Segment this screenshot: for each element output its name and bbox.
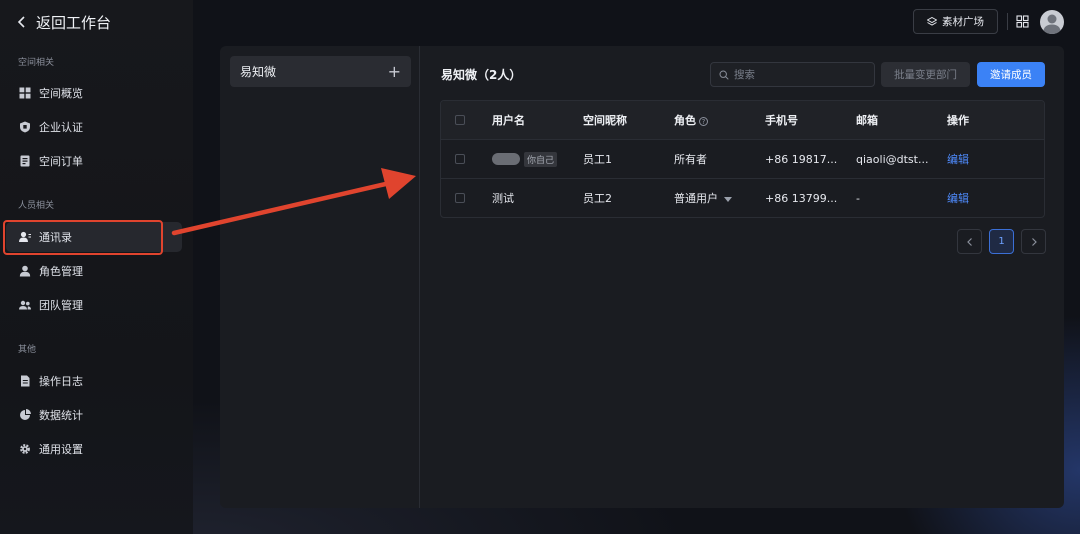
next-page-button[interactable]: [1021, 229, 1046, 254]
chevron-left-icon: [966, 237, 972, 246]
avatar-person-icon: [1043, 14, 1061, 34]
column-header-nickname: 空间昵称: [583, 114, 627, 127]
department-label: 易知微: [240, 65, 277, 79]
pagination: 1: [957, 229, 1046, 254]
row-checkbox-cell: [441, 193, 479, 203]
search-icon: [719, 69, 729, 80]
sidebar-item-general-settings[interactable]: 通用设置: [6, 434, 182, 464]
phone-cell: +86 19817...: [765, 152, 838, 166]
grid-icon: [19, 87, 31, 99]
group-title-other: 其他: [18, 345, 37, 355]
role-select[interactable]: 普通用户: [661, 190, 752, 206]
sidebar-item-label: 企业认证: [39, 121, 83, 134]
table-header-row: 用户名 空间昵称 角色? 手机号 邮箱 操作: [441, 101, 1044, 139]
column-header-role-label: 角色: [674, 114, 696, 127]
table-row: 测试 员工2 普通用户 +86 13799... - 编辑: [441, 178, 1044, 217]
header-divider: [1007, 13, 1008, 30]
add-department-icon[interactable]: +: [388, 62, 401, 81]
shield-icon: [20, 121, 30, 133]
department-tree: 易知微 +: [220, 46, 420, 508]
username-cell: 测试: [492, 192, 514, 205]
table-row: 你自己 员工1 所有者 +86 19817... qiaoli@dtst... …: [441, 139, 1044, 178]
sidebar: 返回工作台 空间相关 空间概览 企业认证 空间订单 人员相关 通讯录 角色管理 …: [0, 0, 193, 534]
self-tag: 你自己: [524, 151, 558, 167]
department-item[interactable]: 易知微 +: [230, 56, 411, 87]
team-title: 易知微（2人）: [441, 68, 522, 82]
user-icon: [19, 265, 31, 277]
page-button-current[interactable]: 1: [989, 229, 1014, 254]
invite-member-button[interactable]: 邀请成员: [977, 62, 1045, 87]
sidebar-item-label: 操作日志: [39, 375, 83, 388]
gear-icon: [20, 444, 30, 454]
select-all-checkbox[interactable]: [455, 115, 465, 125]
chevron-right-icon: [1031, 237, 1037, 246]
sidebar-item-operation-log[interactable]: 操作日志: [6, 366, 182, 396]
sidebar-item-label: 空间订单: [39, 155, 83, 168]
edit-link[interactable]: 编辑: [947, 153, 969, 166]
prev-page-button[interactable]: [957, 229, 982, 254]
group-title-people: 人员相关: [18, 201, 55, 211]
pie-chart-icon: [20, 409, 31, 420]
column-header-username: 用户名: [492, 114, 525, 127]
sidebar-item-role-management[interactable]: 角色管理: [6, 256, 182, 286]
column-header-action: 操作: [947, 114, 969, 127]
email-cell: qiaoli@dtst...: [856, 152, 929, 166]
group-title-space: 空间相关: [18, 58, 55, 68]
email-cell: -: [856, 191, 860, 205]
action-cell: 编辑: [934, 190, 1034, 206]
batch-change-department-button[interactable]: 批量变更部门: [881, 62, 970, 87]
redacted-username: [492, 153, 520, 165]
document-icon: [21, 375, 30, 387]
highlight-annotation-box: [3, 220, 163, 255]
sidebar-item-space-orders[interactable]: 空间订单: [6, 146, 182, 176]
role-select-value: 普通用户: [674, 192, 718, 205]
back-label: 返回工作台: [36, 13, 112, 32]
sidebar-item-label: 空间概览: [39, 87, 83, 100]
sidebar-item-team-management[interactable]: 团队管理: [6, 290, 182, 320]
row-checkbox[interactable]: [455, 193, 465, 203]
action-cell: 编辑: [934, 151, 1034, 167]
layers-icon: [927, 16, 937, 26]
apps-grid-icon[interactable]: [1016, 15, 1029, 28]
row-checkbox-cell: [441, 154, 479, 164]
sidebar-item-label: 通用设置: [39, 443, 83, 456]
nickname-cell: 员工1: [583, 153, 612, 166]
column-header-phone: 手机号: [765, 114, 798, 127]
row-checkbox[interactable]: [455, 154, 465, 164]
phone-cell: +86 13799...: [765, 191, 838, 205]
column-header-role: 角色?: [661, 112, 752, 128]
role-cell: 所有者: [674, 153, 707, 166]
sidebar-item-enterprise-cert[interactable]: 企业认证: [6, 112, 182, 142]
back-to-workbench-button[interactable]: 返回工作台: [16, 10, 111, 34]
team-icon: [19, 300, 31, 310]
sidebar-item-label: 数据统计: [39, 409, 83, 422]
header-checkbox-cell: [441, 115, 479, 125]
username-cell: 你自己: [479, 151, 570, 167]
main-panel: 易知微 + 易知微（2人） 批量变更部门 邀请成员 用户名 空间昵称 角色? 手…: [220, 46, 1064, 508]
receipt-icon: [20, 155, 30, 167]
help-icon[interactable]: ?: [699, 116, 708, 126]
sidebar-item-data-stats[interactable]: 数据统计: [6, 400, 182, 430]
sidebar-item-label: 角色管理: [39, 265, 83, 278]
search-box[interactable]: [710, 62, 875, 87]
sidebar-item-label: 团队管理: [39, 299, 83, 312]
edit-link[interactable]: 编辑: [947, 192, 969, 205]
material-square-button[interactable]: 素材广场: [913, 9, 998, 34]
caret-down-icon: [724, 196, 732, 202]
column-header-email: 邮箱: [856, 114, 878, 127]
search-input[interactable]: [734, 68, 864, 81]
user-avatar[interactable]: [1040, 10, 1064, 34]
material-square-label: 素材广场: [942, 16, 984, 28]
sidebar-item-space-overview[interactable]: 空间概览: [6, 78, 182, 108]
nickname-cell: 员工2: [583, 192, 612, 205]
chevron-left-icon: [17, 16, 25, 28]
members-table: 用户名 空间昵称 角色? 手机号 邮箱 操作 你自己 员工1 所有者 +86 1…: [440, 100, 1045, 218]
